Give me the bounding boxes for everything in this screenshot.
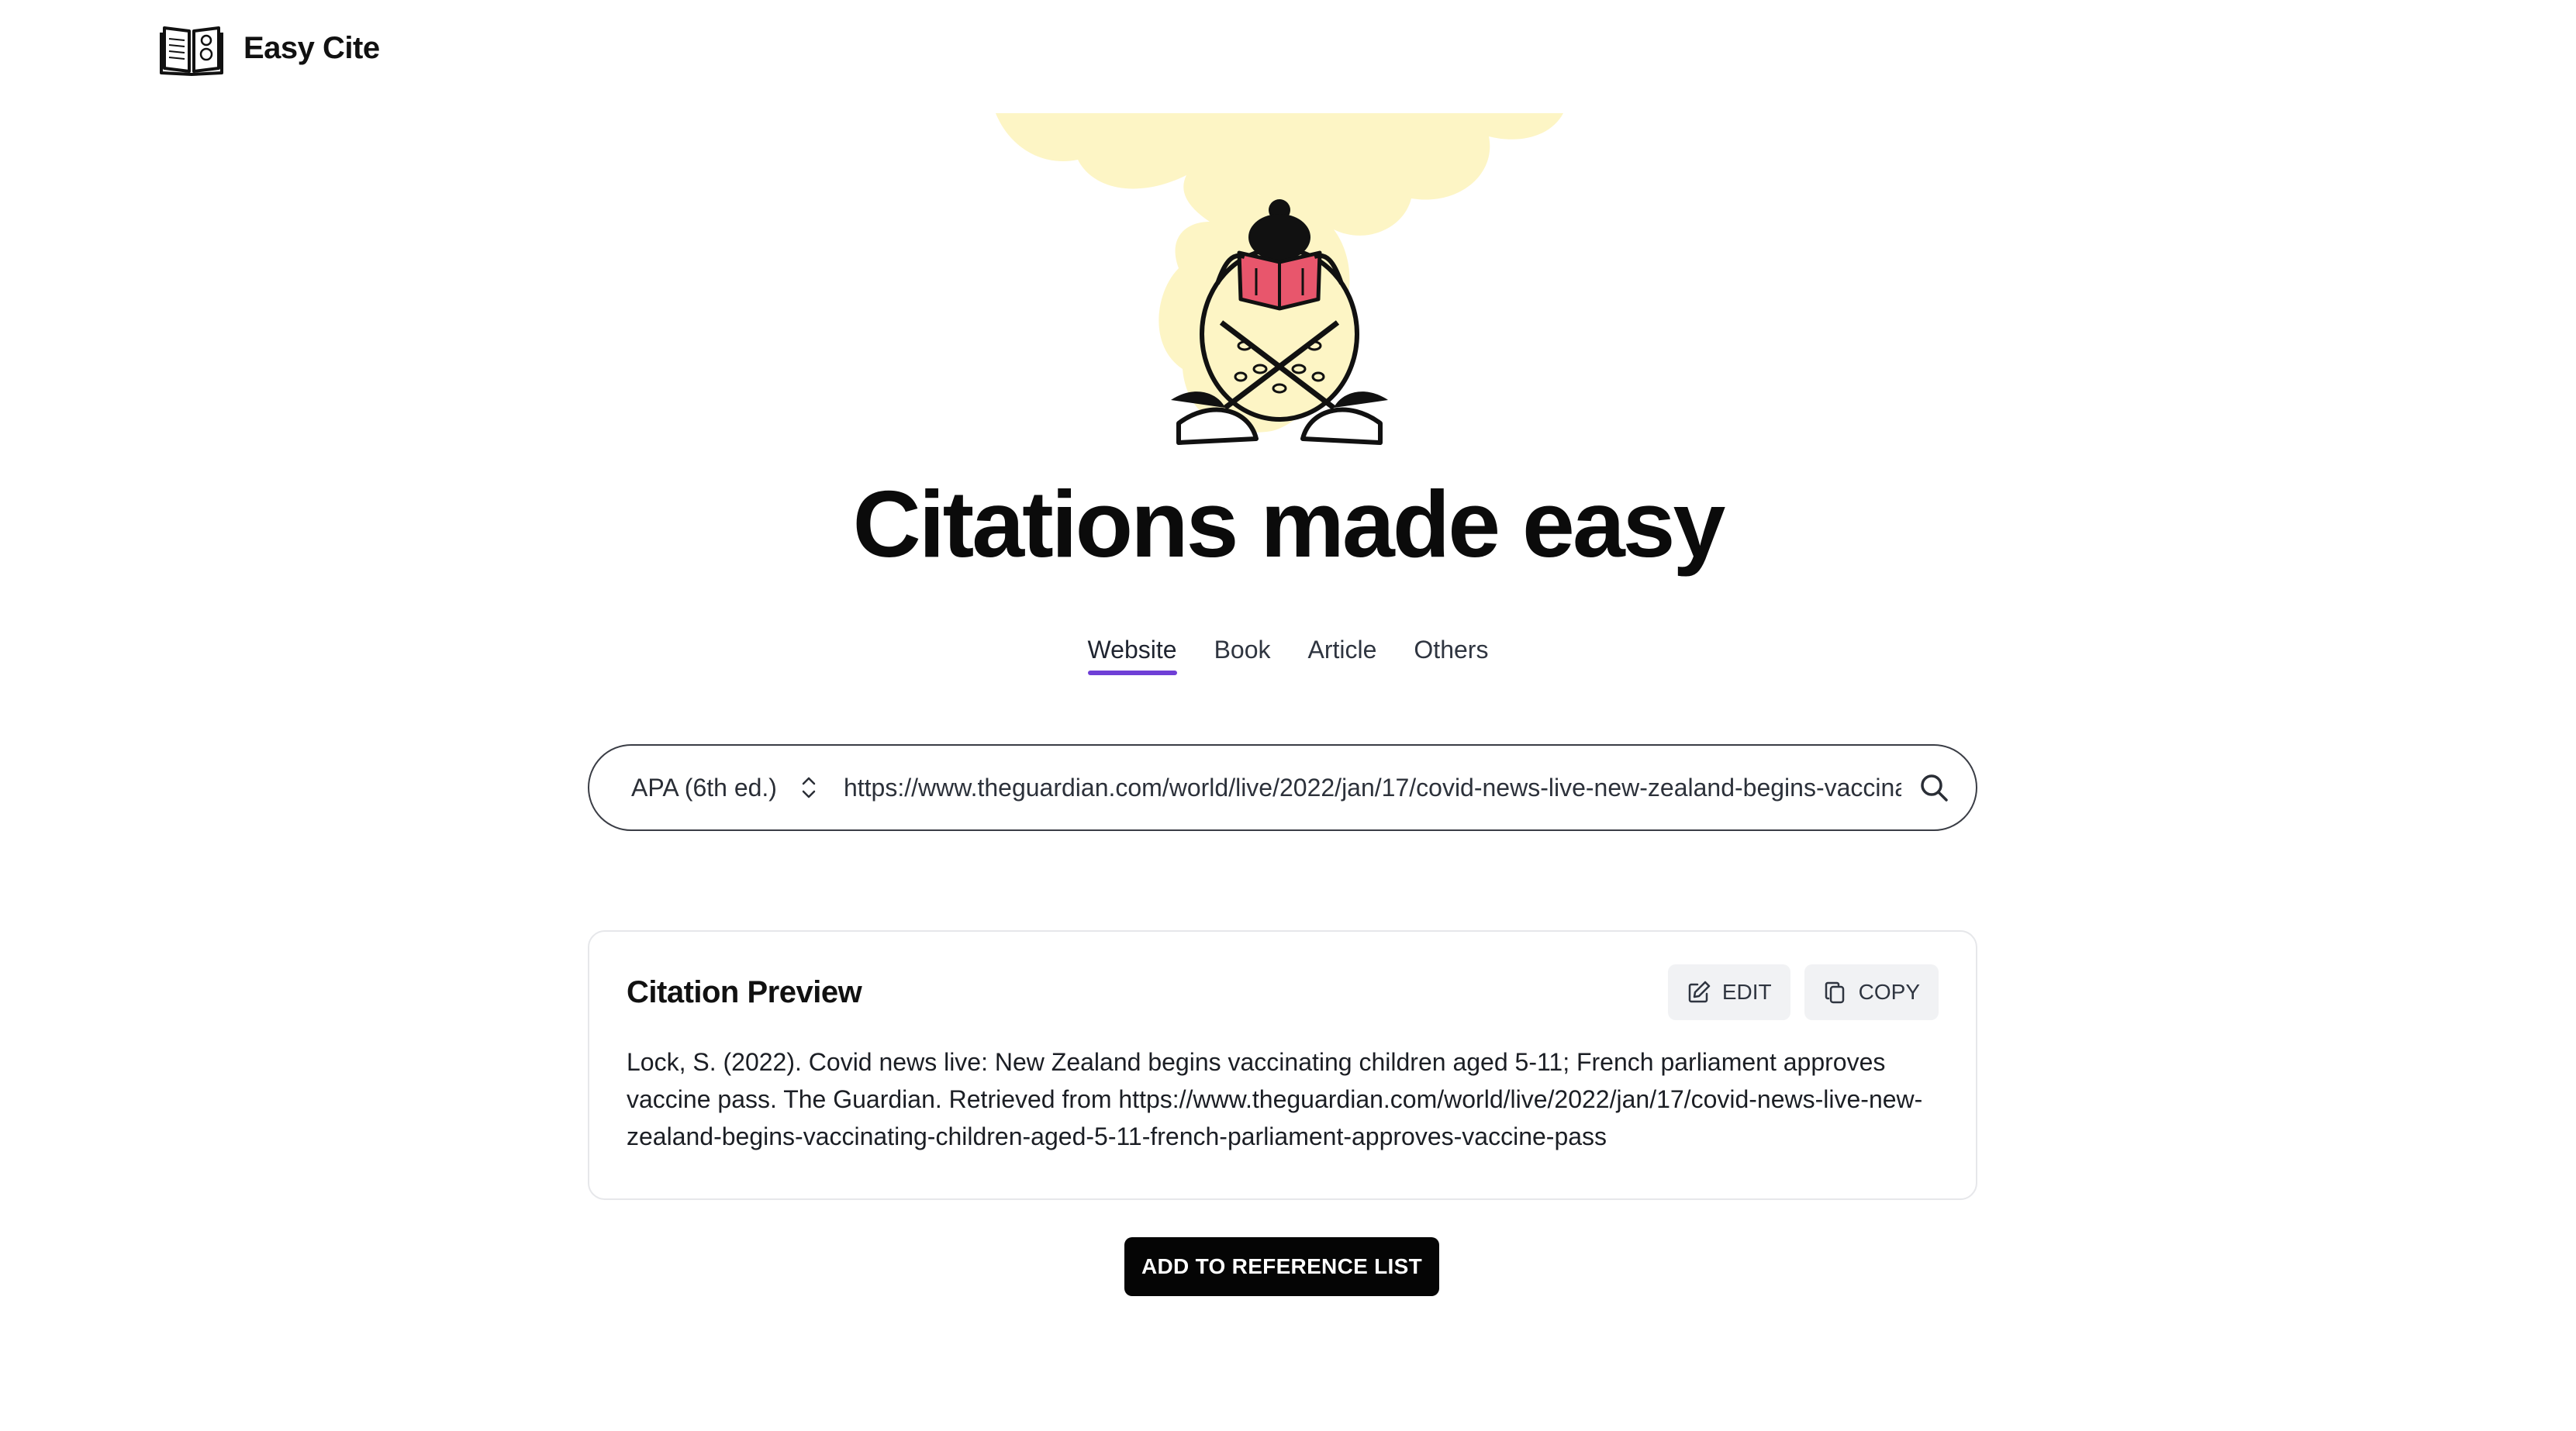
citation-style-value: APA (6th ed.) bbox=[631, 773, 777, 802]
edit-label: EDIT bbox=[1721, 980, 1772, 1004]
open-book-icon bbox=[160, 26, 223, 76]
brand[interactable]: Easy Cite bbox=[160, 20, 380, 76]
search-button[interactable] bbox=[1917, 771, 1951, 805]
tab-article[interactable]: Article bbox=[1308, 636, 1377, 674]
app-root: Easy Cite Citations made easy Website Bo… bbox=[0, 0, 2576, 1431]
citation-text: Lock, S. (2022). Covid news live: New Ze… bbox=[627, 1048, 1923, 1150]
add-to-reference-list-button[interactable]: ADD TO REFERENCE LIST bbox=[1124, 1237, 1439, 1296]
source-type-tabs: Website Book Article Others bbox=[0, 636, 2576, 675]
citation-preview-header: Citation Preview EDIT COPY bbox=[627, 964, 1939, 1020]
tab-others[interactable]: Others bbox=[1414, 636, 1488, 674]
chevron-up-down-icon bbox=[802, 777, 816, 798]
brand-name: Easy Cite bbox=[243, 30, 380, 65]
hero-illustration bbox=[993, 113, 1566, 454]
tab-book[interactable]: Book bbox=[1214, 636, 1271, 674]
citation-preview-title: Citation Preview bbox=[627, 974, 862, 1009]
url-input[interactable] bbox=[843, 773, 1901, 802]
copy-label: COPY bbox=[1858, 980, 1920, 1004]
person-reading-book-illustration bbox=[996, 113, 1563, 445]
search-bar: APA (6th ed.) bbox=[588, 744, 1977, 831]
page-title: Citations made easy bbox=[852, 471, 1726, 577]
edit-icon bbox=[1688, 981, 1711, 1003]
copy-icon bbox=[1825, 981, 1844, 1004]
edit-button[interactable]: EDIT bbox=[1667, 964, 1790, 1020]
citation-preview-card: Citation Preview EDIT COPY Lock, S. (202… bbox=[588, 930, 1977, 1200]
copy-button[interactable]: COPY bbox=[1804, 964, 1939, 1020]
citation-actions: EDIT COPY bbox=[1667, 964, 1939, 1020]
citation-style-select[interactable]: APA (6th ed.) bbox=[631, 774, 817, 802]
tab-website[interactable]: Website bbox=[1087, 636, 1177, 675]
search-icon bbox=[1921, 774, 1948, 802]
